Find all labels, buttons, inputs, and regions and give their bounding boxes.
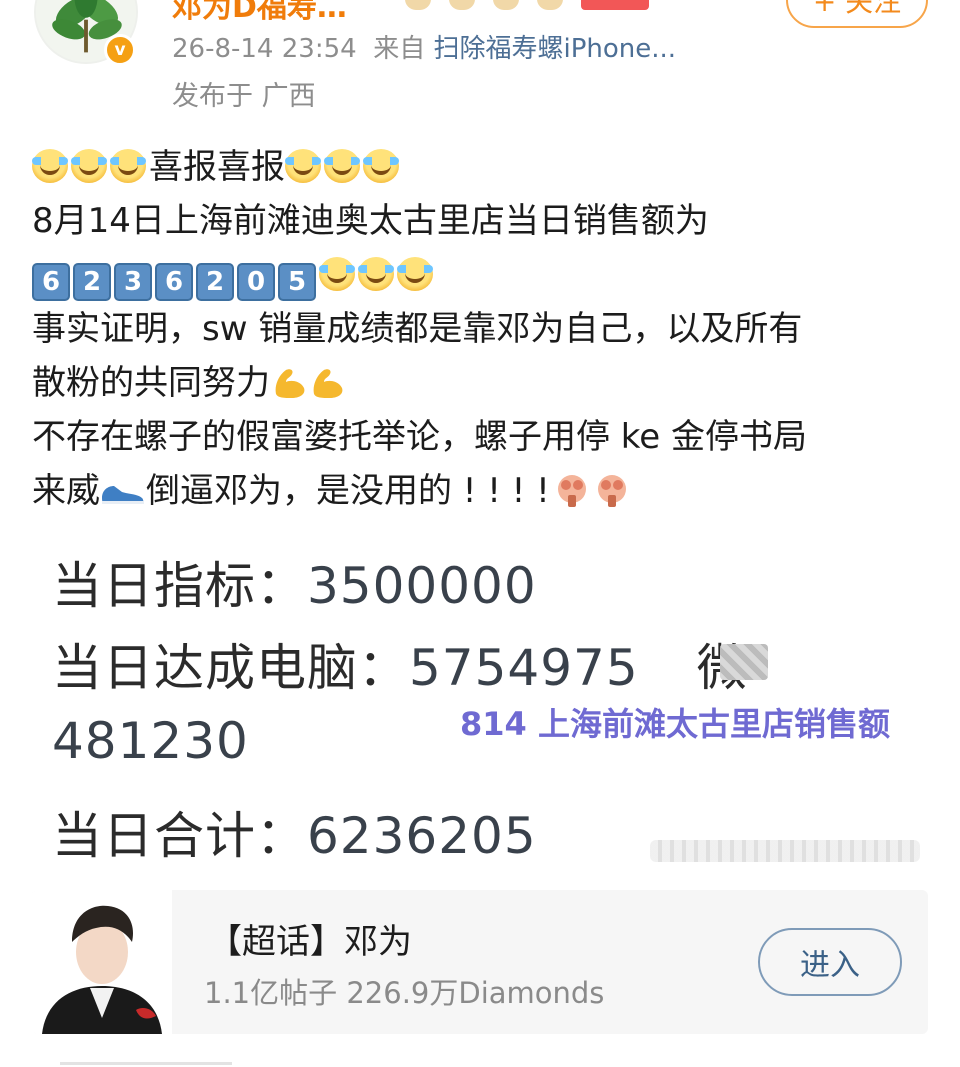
running-shoe-emoji-icon [102,486,144,504]
flexed-biceps-emoji-icon [275,369,305,398]
crying-laughing-emoji-icon [71,149,107,183]
image-total-value: 6236205 [307,807,537,865]
image-target-value: 3500000 [307,557,537,615]
crying-laughing-emoji-icon [285,149,321,183]
image-weixin-value: 481230 [52,712,249,770]
post-headline: 喜报喜报 [149,147,285,187]
image-pc-label: 当日达成电脑： [52,639,409,697]
fan-emoji-icon [557,475,586,507]
post-line-1: 喜报喜报 [32,140,932,194]
crying-laughing-emoji-icon [324,149,360,183]
badge-icon [405,0,431,10]
image-pc-value: 5754975 [409,639,639,697]
post-line-6: 不存在螺子的假富婆托举论，螺子用停 ke 金停书局 [32,417,808,457]
post-image[interactable]: 当日指标：3500000 当日达成电脑：5754975微 481230 814 … [32,520,932,870]
keycap-digit-icon: 2 [73,263,111,301]
keycap-digit-icon: 0 [237,263,275,301]
mosaic-blur [720,644,768,680]
keycap-digit-icon: 6 [32,263,70,301]
badge-icon [537,0,563,10]
crying-laughing-emoji-icon [319,257,355,291]
keycap-digit-icon: 5 [278,263,316,301]
post-meta: 26-8-14 23:54 来自 扫除福寿螺iPhone... [172,28,676,65]
post-line-4: 事实证明，sw 销量成绩都是靠邓为自己，以及所有 [32,309,803,349]
image-target-label: 当日指标： [52,557,307,615]
post-line-5-text: 散粉的共同努力 [32,363,270,403]
post-timestamp: 26-8-14 23:54 [172,34,357,64]
divider [60,1062,232,1065]
crying-laughing-emoji-icon [363,149,399,183]
supertopic-title[interactable]: 【超话】邓为 [208,914,412,963]
image-target-row: 当日指标：3500000 [52,546,537,618]
user-name[interactable]: 邓为D福寿… [172,0,347,26]
keycap-digit-icon: 3 [114,263,152,301]
supertopic-card[interactable]: 【超话】邓为 1.1亿帖子 226.9万Diamonds 进入 [32,890,928,1034]
enter-button[interactable]: 进入 [758,928,902,996]
supertopic-stats: 1.1亿帖子 226.9万Diamonds [204,976,605,1010]
verified-badge-icon: v [104,34,136,66]
post-line-3: 6236205 [32,248,932,302]
badge-icon [449,0,475,10]
mosaic-blur-strip [650,840,920,862]
image-total-row: 当日合计：6236205 [52,796,537,868]
post-line-2: 8月14日上海前滩迪奥太古里店当日销售额为 [32,201,709,241]
user-badges [405,0,649,10]
image-pc-row: 当日达成电脑：5754975微 [52,628,748,700]
post-source-link[interactable]: 扫除福寿螺iPhone... [433,34,676,64]
source-prefix: 来自 [373,34,426,64]
image-overlay-caption: 814 上海前滩太古里店销售额 [460,705,890,743]
level-badge-icon [581,0,649,10]
image-total-label: 当日合计： [52,807,307,865]
keycap-digit-icon: 6 [155,263,193,301]
portrait-image [32,890,172,1034]
post-line-7-suffix: 倒逼邓为，是没用的 ! ! ! ! [146,471,550,511]
keycap-digit-icon: 2 [196,263,234,301]
image-weixin-row: 481230 [52,712,249,770]
crying-laughing-emoji-icon [110,149,146,183]
post-location: 发布于 广西 [172,81,316,112]
post-line-7: 来威 倒逼邓为，是没用的 ! ! ! ! [32,464,932,518]
fan-emoji-icon [597,475,626,507]
crying-laughing-emoji-icon [358,257,394,291]
post-line-5: 散粉的共同努力 [32,356,932,410]
follow-button[interactable]: + 关注 [786,0,928,28]
crying-laughing-emoji-icon [32,149,68,183]
flexed-biceps-emoji-icon [313,369,343,398]
crying-laughing-emoji-icon [397,257,433,291]
badge-icon [493,0,519,10]
post-line-7-prefix: 来威 [32,471,100,511]
supertopic-thumbnail [32,890,172,1034]
post-body: 喜报喜报 8月14日上海前滩迪奥太古里店当日销售额为 6236205 事实证明，… [32,140,932,518]
